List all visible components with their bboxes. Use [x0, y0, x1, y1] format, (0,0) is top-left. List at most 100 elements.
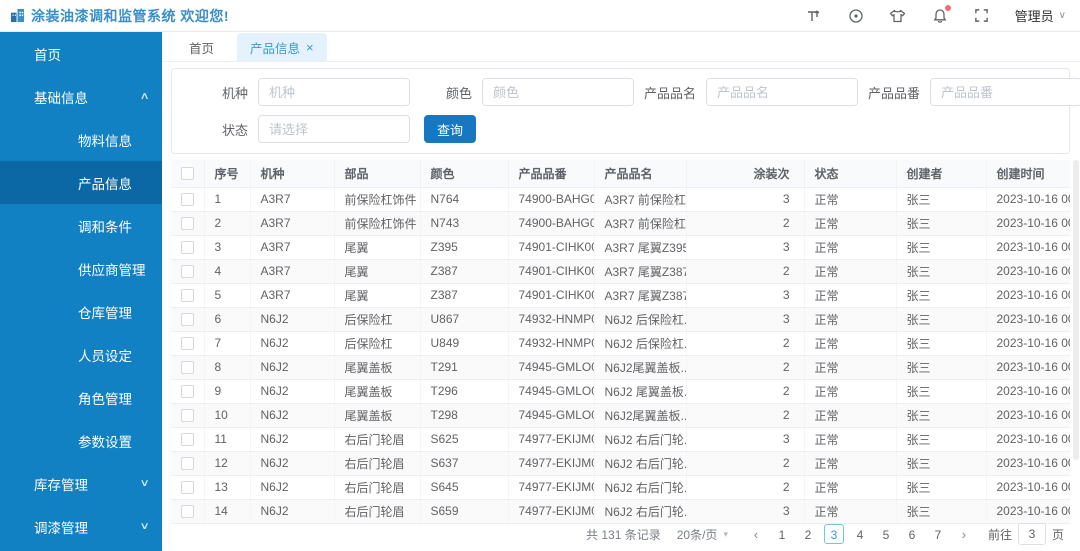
row-checkbox[interactable]: [181, 385, 194, 399]
cell: A3R7 前保险杠...: [594, 211, 687, 236]
cell: 2: [686, 475, 805, 500]
row-checkbox[interactable]: [181, 433, 194, 447]
chevron-up-icon: ∧: [139, 91, 150, 102]
page-button-7[interactable]: 7: [928, 524, 948, 544]
sidebar-item-param-setting[interactable]: 参数设置: [0, 419, 162, 462]
main-area: 首页 产品信息 × 机种 颜色 产品品名: [162, 32, 1080, 551]
select-all-checkbox[interactable]: [181, 167, 194, 181]
field-label: 产品品名: [643, 85, 696, 101]
row-select-cell: [171, 427, 205, 452]
search-form: 机种 颜色 产品品名 产品品番: [171, 68, 1080, 154]
row-select-cell: [171, 475, 205, 500]
row-select-cell: [171, 403, 205, 428]
sidebar-item-warehouse-mgmt[interactable]: 仓库管理: [0, 290, 162, 333]
scrollbar[interactable]: [1073, 160, 1079, 460]
cell: 2023-10-16 00...: [986, 259, 1070, 284]
row-checkbox[interactable]: [181, 361, 194, 375]
font-size-icon[interactable]: [805, 7, 823, 25]
page-size-select[interactable]: 20条/页 ▾: [677, 526, 728, 543]
notification-badge: [944, 4, 951, 11]
color-input[interactable]: [482, 78, 634, 106]
query-button[interactable]: 查询: [424, 115, 477, 143]
cell: 12: [204, 451, 251, 476]
cell: N6J2 后保险杠...: [594, 331, 687, 356]
page-button-2[interactable]: 2: [798, 524, 818, 544]
tab-home[interactable]: 首页: [176, 33, 227, 61]
row-checkbox[interactable]: [181, 217, 194, 231]
page-button-4[interactable]: 4: [850, 524, 870, 544]
row-checkbox[interactable]: [181, 241, 194, 255]
table-header-row: 序号 机种 部品 颜色 产品品番 产品品名 涂装次 状态 创建者 创建时间: [171, 160, 1070, 188]
cell: 正常: [804, 499, 897, 524]
cell: 尾翼: [334, 259, 421, 284]
cell: 张三: [896, 187, 987, 212]
cell: 2023-10-16 00...: [986, 403, 1070, 428]
cell: A3R7: [250, 283, 335, 308]
row-checkbox[interactable]: [181, 193, 194, 207]
row-checkbox[interactable]: [181, 313, 194, 327]
close-icon[interactable]: ×: [306, 41, 314, 54]
sidebar-item-personnel-setting[interactable]: 人员设定: [0, 333, 162, 376]
row-select-cell: [171, 235, 205, 260]
fullscreen-icon[interactable]: [973, 7, 991, 25]
table-row: 8N6J2尾翼盖板T29174945-GMLO0...N6J2尾翼盖板...2正…: [171, 355, 1070, 380]
cell: 74977-EKIJM0...: [508, 499, 595, 524]
cell: 74945-GMLO0...: [508, 355, 595, 380]
cell: 2023-10-16 00...: [986, 475, 1070, 500]
cell: N6J2: [250, 307, 335, 332]
sidebar-item-label: 基础信息: [34, 90, 88, 106]
goto-page: 前往 页: [988, 523, 1064, 545]
machine-type-input[interactable]: [258, 78, 410, 106]
row-checkbox[interactable]: [181, 289, 194, 303]
theme-shirt-icon[interactable]: [889, 7, 907, 25]
page-button-5[interactable]: 5: [876, 524, 896, 544]
cell: 3: [686, 499, 805, 524]
row-checkbox[interactable]: [181, 481, 194, 495]
help-icon[interactable]: [847, 7, 865, 25]
sidebar-item-basic-info[interactable]: 基础信息 ∧: [0, 75, 162, 118]
cell: N6J2: [250, 355, 335, 380]
row-checkbox[interactable]: [181, 409, 194, 423]
product-no-input[interactable]: [930, 78, 1080, 106]
row-checkbox[interactable]: [181, 265, 194, 279]
sidebar-item-label: 角色管理: [78, 391, 132, 407]
page-button-6[interactable]: 6: [902, 524, 922, 544]
cell: 74932-HNMP0...: [508, 331, 595, 356]
column-header: 颜色: [420, 160, 509, 188]
sidebar-item-blend-condition[interactable]: 调和条件: [0, 204, 162, 247]
sidebar-item-material-info[interactable]: 物料信息: [0, 118, 162, 161]
sidebar-item-label: 参数设置: [78, 434, 132, 450]
user-menu[interactable]: 管理员 ∨: [1015, 6, 1066, 25]
cell: 正常: [804, 331, 897, 356]
sidebar-item-home[interactable]: 首页: [0, 32, 162, 75]
cell: 张三: [896, 451, 987, 476]
cell: N6J2 右后门轮...: [594, 451, 687, 476]
sidebar-item-inventory-mgmt[interactable]: 库存管理 ∨: [0, 462, 162, 505]
field-label: 状态: [221, 122, 248, 138]
sidebar-item-supplier-mgmt[interactable]: 供应商管理: [0, 247, 162, 290]
sidebar-item-paint-mgmt[interactable]: 调漆管理 ∨: [0, 505, 162, 548]
cell: Z387: [420, 259, 509, 284]
next-page-button[interactable]: ›: [954, 527, 974, 542]
cell: 2023-10-16 00...: [986, 283, 1070, 308]
row-checkbox[interactable]: [181, 457, 194, 471]
sidebar-item-role-mgmt[interactable]: 角色管理: [0, 376, 162, 419]
row-checkbox[interactable]: [181, 337, 194, 351]
status-select[interactable]: [258, 115, 410, 143]
tab-product-info[interactable]: 产品信息 ×: [237, 33, 327, 61]
cell: S637: [420, 451, 509, 476]
cell: A3R7: [250, 187, 335, 212]
cell: 2: [204, 211, 251, 236]
page-button-3[interactable]: 3: [823, 524, 844, 544]
page-button-1[interactable]: 1: [772, 524, 792, 544]
cell: 右后门轮眉: [334, 499, 421, 524]
sidebar-item-label: 首页: [34, 47, 61, 63]
row-checkbox[interactable]: [181, 505, 194, 519]
bell-icon[interactable]: [931, 4, 951, 25]
table-row: 2A3R7前保险杠饰件N74374900-BAHG00...A3R7 前保险杠.…: [171, 211, 1070, 236]
goto-page-input[interactable]: [1017, 523, 1046, 545]
product-name-input[interactable]: [706, 78, 858, 106]
prev-page-button[interactable]: ‹: [746, 527, 766, 542]
sidebar-item-product-info[interactable]: 产品信息: [0, 161, 162, 204]
search-row-1: 机种 颜色 产品品名 产品品番: [186, 78, 1080, 106]
